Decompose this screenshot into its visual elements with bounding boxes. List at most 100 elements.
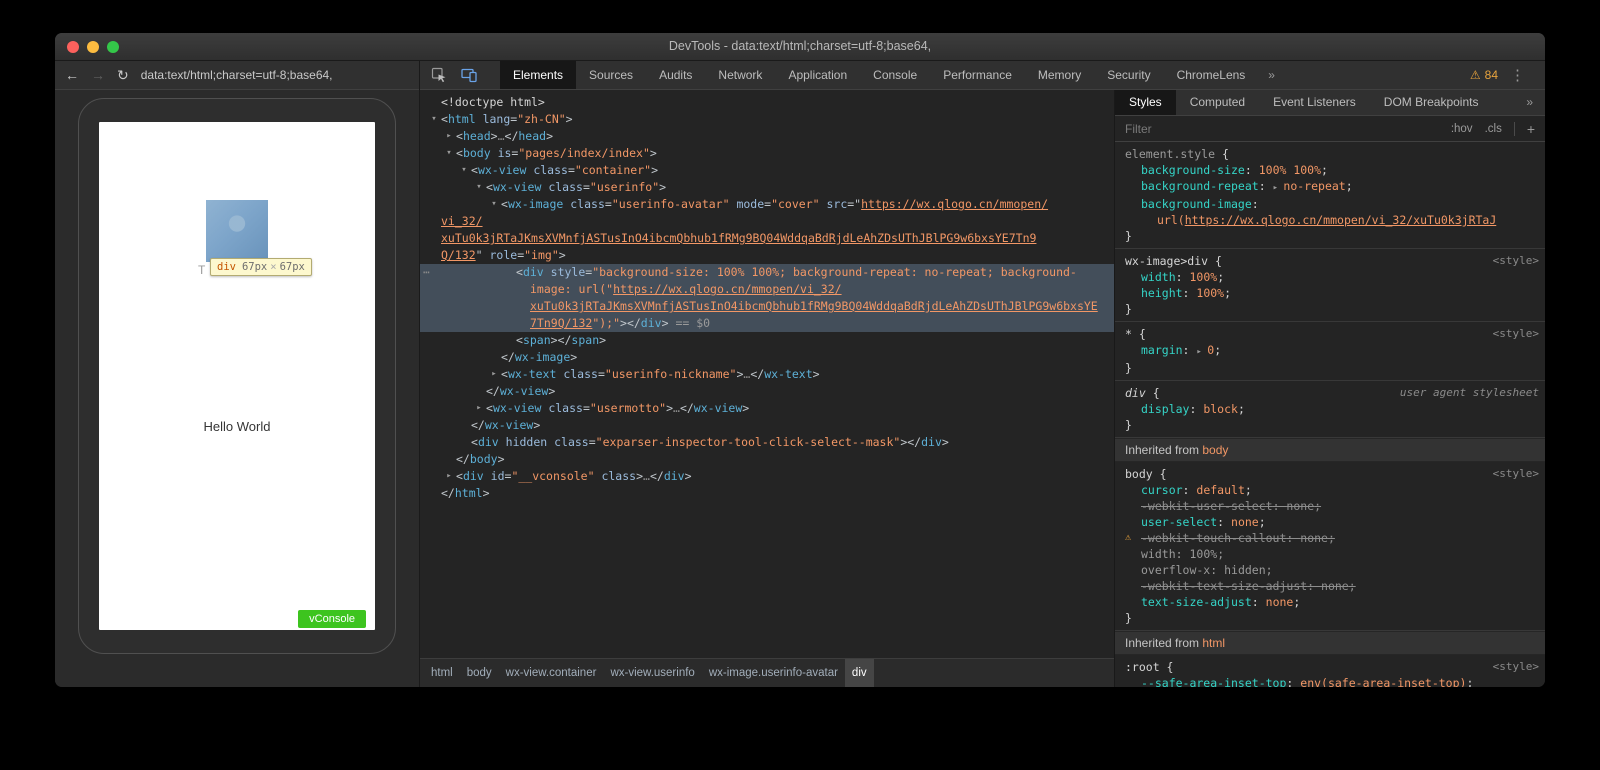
style-rule[interactable]: :root {<style>--safe-area-inset-top: env… xyxy=(1115,655,1545,687)
twisty-expanded-icon[interactable]: ▾ xyxy=(428,111,440,128)
css-declaration[interactable]: -webkit-text-size-adjust: none; xyxy=(1125,578,1539,594)
styles-filter-input[interactable]: Filter xyxy=(1125,122,1152,136)
device-toolbar-icon[interactable] xyxy=(456,64,482,86)
breadcrumb-item[interactable]: html xyxy=(424,659,460,687)
tree-line[interactable]: </wx-view> xyxy=(420,417,1114,434)
kebab-menu-icon[interactable]: ⋮ xyxy=(1498,66,1537,84)
tab-application[interactable]: Application xyxy=(775,61,860,89)
css-url-link[interactable]: https://wx.qlogo.cn/mmopen/vi_32/xuTu0k3… xyxy=(1185,213,1497,227)
css-declaration[interactable]: width: 100%; xyxy=(1125,269,1539,285)
url-text[interactable]: data:text/html;charset=utf-8;base64, xyxy=(141,68,333,82)
tree-line[interactable]: ▾<wx-view class="userinfo"> xyxy=(420,179,1114,196)
breadcrumb-item[interactable]: wx-image.userinfo-avatar xyxy=(702,659,845,687)
css-declaration[interactable]: user-select: none; xyxy=(1125,514,1539,530)
tab-chromelens[interactable]: ChromeLens xyxy=(1164,61,1259,89)
new-style-rule-button[interactable]: + xyxy=(1527,121,1535,137)
node-link[interactable]: body xyxy=(1202,443,1228,457)
sidebar-tab-styles[interactable]: Styles xyxy=(1115,90,1176,115)
css-declaration[interactable]: background-size: 100% 100%; xyxy=(1125,162,1539,178)
more-sidebar-tabs-chevron-icon[interactable]: » xyxy=(1514,90,1545,115)
tree-line[interactable]: ▸<wx-view class="usermotto">…</wx-view> xyxy=(420,400,1114,417)
css-declaration[interactable]: background-repeat: ▸ no-repeat; xyxy=(1125,178,1539,196)
tree-line[interactable]: </html> xyxy=(420,485,1114,502)
css-declaration[interactable]: url(https://wx.qlogo.cn/mmopen/vi_32/xuT… xyxy=(1125,212,1539,228)
node-link[interactable]: html xyxy=(1202,636,1225,650)
tab-performance[interactable]: Performance xyxy=(930,61,1025,89)
twisty-collapsed-icon[interactable]: ▸ xyxy=(443,128,455,145)
tree-line[interactable]: vi_32/ xyxy=(420,213,1114,230)
close-window-button[interactable] xyxy=(67,41,79,53)
tree-line[interactable]: ▾<html lang="zh-CN"> xyxy=(420,111,1114,128)
tree-line[interactable]: ▾<wx-view class="container"> xyxy=(420,162,1114,179)
tab-network[interactable]: Network xyxy=(705,61,775,89)
tree-line[interactable]: <div hidden class="exparser-inspector-to… xyxy=(420,434,1114,451)
twisty-collapsed-icon[interactable]: ▸ xyxy=(443,468,455,485)
zoom-window-button[interactable] xyxy=(107,41,119,53)
sidebar-tab-event-listeners[interactable]: Event Listeners xyxy=(1259,90,1370,115)
tab-sources[interactable]: Sources xyxy=(576,61,646,89)
tree-line[interactable]: ⋯<div style="background-size: 100% 100%;… xyxy=(420,264,1114,281)
tree-line[interactable]: <span></span> xyxy=(420,332,1114,349)
tab-console[interactable]: Console xyxy=(860,61,930,89)
twisty-expanded-icon[interactable]: ▾ xyxy=(443,145,455,162)
style-origin-link[interactable]: <style> xyxy=(1493,253,1539,269)
css-declaration[interactable]: width: 100%; xyxy=(1125,546,1539,562)
breadcrumb-item[interactable]: wx-view.userinfo xyxy=(603,659,701,687)
more-panels-chevron-icon[interactable]: » xyxy=(1258,61,1285,89)
inspect-element-icon[interactable] xyxy=(426,64,452,86)
back-icon[interactable]: ← xyxy=(65,61,79,89)
tree-line[interactable]: ▾<body is="pages/index/index"> xyxy=(420,145,1114,162)
tree-line[interactable]: ▾<wx-image class="userinfo-avatar" mode=… xyxy=(420,196,1114,213)
twisty-expanded-icon[interactable]: ▾ xyxy=(473,179,485,196)
css-declaration[interactable]: height: 100%; xyxy=(1125,285,1539,301)
avatar-image[interactable] xyxy=(206,200,268,262)
tree-line[interactable]: </body> xyxy=(420,451,1114,468)
tree-line[interactable]: ▸<div id="__vconsole" class>…</div> xyxy=(420,468,1114,485)
css-declaration[interactable]: margin: ▸ 0; xyxy=(1125,342,1539,360)
tree-line[interactable]: 7Tn9Q/132");"></div> == $0 xyxy=(420,315,1114,332)
css-declaration[interactable]: background-image: xyxy=(1125,196,1539,212)
twisty-expanded-icon[interactable]: ▾ xyxy=(458,162,470,179)
reload-icon[interactable]: ↻ xyxy=(117,61,129,89)
tab-security[interactable]: Security xyxy=(1094,61,1163,89)
tree-line[interactable]: </wx-image> xyxy=(420,349,1114,366)
style-rule[interactable]: * {<style>margin: ▸ 0;} xyxy=(1115,322,1545,381)
css-declaration[interactable]: text-size-adjust: none; xyxy=(1125,594,1539,610)
style-rule[interactable]: div {user agent stylesheetdisplay: block… xyxy=(1115,381,1545,438)
twisty-collapsed-icon[interactable]: ▸ xyxy=(488,366,500,383)
style-rule[interactable]: body {<style>cursor: default;-webkit-use… xyxy=(1115,462,1545,631)
css-declaration[interactable]: display: block; xyxy=(1125,401,1539,417)
tab-elements[interactable]: Elements xyxy=(500,61,576,89)
sidebar-tab-computed[interactable]: Computed xyxy=(1176,90,1259,115)
css-declaration[interactable]: --safe-area-inset-top: env(safe-area-ins… xyxy=(1125,675,1539,687)
twisty-collapsed-icon[interactable]: ▸ xyxy=(473,400,485,417)
tree-line[interactable]: Q/132" role="img"> xyxy=(420,247,1114,264)
vconsole-button[interactable]: vConsole xyxy=(298,610,366,628)
expand-value-icon[interactable]: ▸ xyxy=(1196,347,1207,357)
window-titlebar[interactable]: DevTools - data:text/html;charset=utf-8;… xyxy=(55,33,1545,61)
tab-memory[interactable]: Memory xyxy=(1025,61,1094,89)
style-rule[interactable]: wx-image>div {<style>width: 100%;height:… xyxy=(1115,249,1545,322)
hov-toggle[interactable]: :hov xyxy=(1451,123,1473,135)
forward-icon[interactable]: → xyxy=(91,61,105,89)
css-declaration[interactable]: ⚠-webkit-touch-callout: none; xyxy=(1125,530,1539,546)
tree-line[interactable]: image: url("https://wx.qlogo.cn/mmopen/v… xyxy=(420,281,1114,298)
style-origin-link[interactable]: <style> xyxy=(1493,466,1539,482)
minimize-window-button[interactable] xyxy=(87,41,99,53)
tab-audits[interactable]: Audits xyxy=(646,61,705,89)
style-rule[interactable]: element.style {background-size: 100% 100… xyxy=(1115,142,1545,249)
overflow-dots-icon[interactable]: ⋯ xyxy=(423,264,431,281)
tree-line[interactable]: <!doctype html> xyxy=(420,94,1114,111)
warnings-badge[interactable]: ⚠84 xyxy=(1470,68,1498,82)
breadcrumb-item[interactable]: div xyxy=(845,659,874,687)
style-origin-link[interactable]: <style> xyxy=(1493,659,1539,675)
tree-line[interactable]: </wx-view> xyxy=(420,383,1114,400)
sidebar-tab-dom-breakpoints[interactable]: DOM Breakpoints xyxy=(1370,90,1493,115)
twisty-expanded-icon[interactable]: ▾ xyxy=(488,196,500,213)
tree-line[interactable]: ▸<head>…</head> xyxy=(420,128,1114,145)
css-declaration[interactable]: -webkit-user-select: none; xyxy=(1125,498,1539,514)
style-origin-link[interactable]: user agent stylesheet xyxy=(1400,385,1539,401)
tree-line[interactable]: xuTu0k3jRTaJKmsXVMnfjASTusInO4ibcmQbhub1… xyxy=(420,298,1114,315)
tree-line[interactable]: xuTu0k3jRTaJKmsXVMnfjASTusInO4ibcmQbhub1… xyxy=(420,230,1114,247)
expand-value-icon[interactable]: ▸ xyxy=(1273,183,1284,193)
